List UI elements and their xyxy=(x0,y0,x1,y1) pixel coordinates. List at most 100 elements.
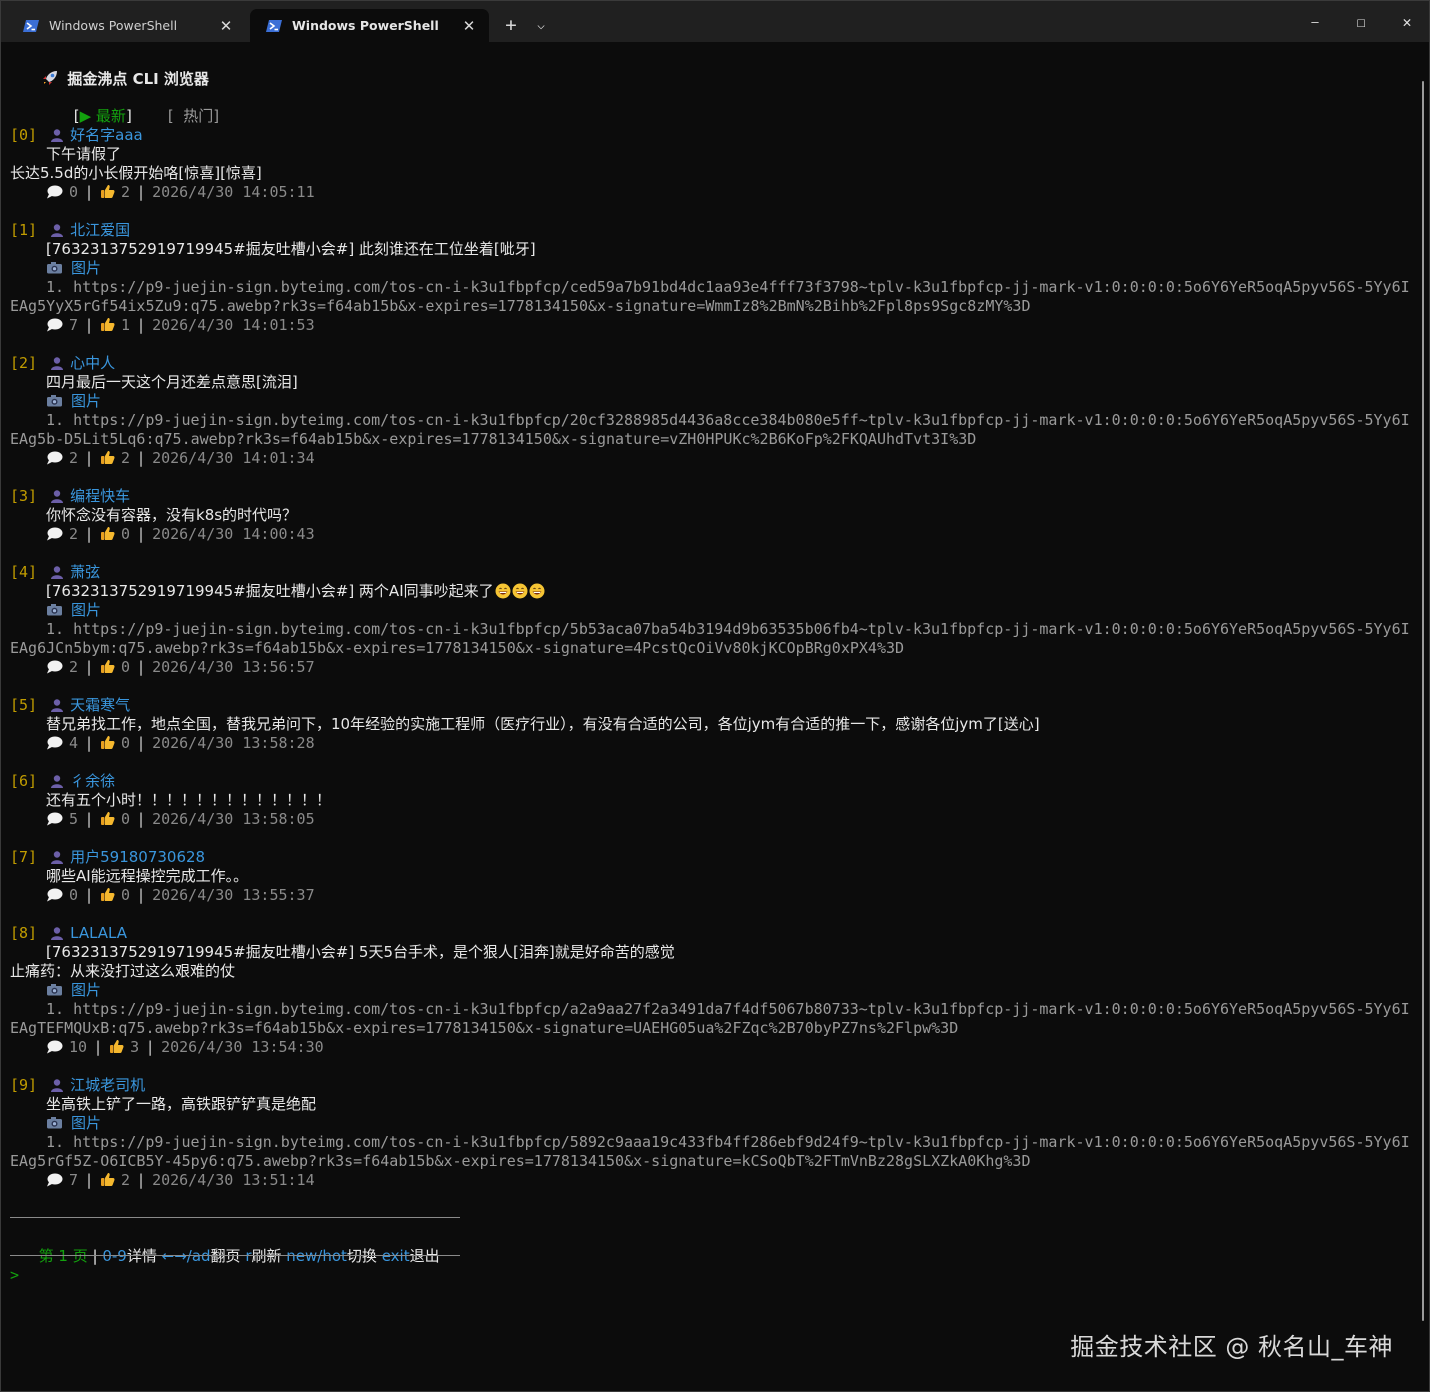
separator: | xyxy=(84,658,94,676)
post-username[interactable]: 好名字aaa xyxy=(70,126,143,144)
tab-powershell-2[interactable]: Windows PowerShell ✕ xyxy=(250,9,489,42)
comment-count: 7 xyxy=(69,316,79,334)
tab-label: Windows PowerShell xyxy=(49,18,178,33)
command-prompt[interactable]: > xyxy=(10,1266,19,1285)
post-index: [3] xyxy=(10,487,38,505)
post-username[interactable]: 用户59180730628 xyxy=(70,848,205,866)
image-url[interactable]: EAg5b-D5Lit5Lq6:q75.awebp?rk3s=f64ab15b&… xyxy=(10,430,976,449)
camera-icon xyxy=(47,262,62,274)
post-username[interactable]: 编程快车 xyxy=(70,487,130,505)
post-image-label[interactable]: 图片 xyxy=(10,259,101,278)
post-index: [1] xyxy=(10,221,38,239)
separator: | xyxy=(93,1038,103,1056)
post-image-label[interactable]: 图片 xyxy=(10,392,101,411)
like-count: 0 xyxy=(121,886,131,904)
image-url[interactable]: 1. https://p9-juejin-sign.byteimg.com/to… xyxy=(10,1000,1410,1019)
separator: | xyxy=(136,658,146,676)
post-header[interactable]: [4] 萧弦 xyxy=(10,563,100,582)
comment-count: 10 xyxy=(69,1038,88,1056)
separator: | xyxy=(136,449,146,467)
speech-bubble-icon xyxy=(47,660,63,674)
post-meta: 2 | 0 | 2026/4/30 13:56:57 xyxy=(10,658,315,677)
post-header[interactable]: [7] 用户59180730628 xyxy=(10,848,205,867)
comment-count: 7 xyxy=(69,1171,79,1189)
image-url[interactable]: EAg5YyX5rGf54ix5Zu9:q75.awebp?rk3s=f64ab… xyxy=(10,297,1030,316)
separator: | xyxy=(136,734,146,752)
image-url[interactable]: EAg6JCn5bym:q75.awebp?rk3s=f64ab15b&x-ex… xyxy=(10,639,904,658)
user-icon xyxy=(51,699,64,712)
tab-close-icon[interactable]: ✕ xyxy=(218,17,234,35)
post-meta: 0 | 2 | 2026/4/30 14:05:11 xyxy=(10,183,315,202)
post-header[interactable]: [9] 江城老司机 xyxy=(10,1076,145,1095)
thumbs-up-icon xyxy=(101,1173,115,1186)
post-content-text: 下午请假了 xyxy=(46,145,122,163)
image-url[interactable]: EAg5rGf5Z-O6ICB5Y-45py6:q75.awebp?rk3s=f… xyxy=(10,1152,1030,1171)
separator: | xyxy=(84,734,94,752)
post-content-text: 止痛药：从来没打过这么艰难的仗 xyxy=(10,962,236,980)
post-username[interactable]: 江城老司机 xyxy=(70,1076,145,1094)
like-count: 0 xyxy=(121,734,131,752)
like-count: 2 xyxy=(121,449,131,467)
image-url[interactable]: 1. https://p9-juejin-sign.byteimg.com/to… xyxy=(10,278,1410,297)
like-count: 0 xyxy=(121,810,131,828)
like-count: 2 xyxy=(121,183,131,201)
post-time: 2026/4/30 13:54:30 xyxy=(161,1038,324,1056)
comment-count: 0 xyxy=(69,183,79,201)
post-content-text: 四月最后一天这个月还差点意思[流泪] xyxy=(46,373,298,391)
grinning-face-icon xyxy=(495,583,511,599)
tab-dropdown-button[interactable]: ⌵ xyxy=(527,11,555,39)
user-icon xyxy=(51,1079,64,1092)
post-username[interactable]: LALALA xyxy=(70,924,127,942)
tab-latest[interactable]: [▶ 最新] xyxy=(64,107,132,125)
post-username[interactable]: 天霜寒气 xyxy=(70,696,130,714)
post-header[interactable]: [2] 心中人 xyxy=(10,354,115,373)
image-url[interactable]: 1. https://p9-juejin-sign.byteimg.com/to… xyxy=(10,411,1410,430)
separator: | xyxy=(84,1171,94,1189)
maximize-button[interactable]: ☐ xyxy=(1338,1,1384,42)
post-content: 你怀念没有容器，没有k8s的时代吗？ xyxy=(10,506,297,525)
post-header[interactable]: [5] 天霜寒气 xyxy=(10,696,130,715)
post-username[interactable]: 萧弦 xyxy=(70,563,100,581)
image-url[interactable]: EAgTEFMQUxB:q75.awebp?rk3s=f64ab15b&x-ex… xyxy=(10,1019,958,1038)
key-hint-desc: 刷新 xyxy=(251,1247,282,1265)
thumbs-up-icon xyxy=(101,185,115,198)
comment-count: 4 xyxy=(69,734,79,752)
post-header[interactable]: [8] LALALA xyxy=(10,924,127,943)
tab-close-icon[interactable]: ✕ xyxy=(461,17,477,35)
tab-powershell-1[interactable]: Windows PowerShell ✕ xyxy=(7,9,246,42)
post-header[interactable]: [0] 好名字aaa xyxy=(10,126,143,145)
image-url[interactable]: 1. https://p9-juejin-sign.byteimg.com/to… xyxy=(10,620,1410,639)
terminal-output[interactable]: 掘金沸点 CLI 浏览器 [▶ 最新] [ 热门] [0] 好名字aaa 下午请假… xyxy=(10,42,1418,1391)
post-image-label[interactable]: 图片 xyxy=(10,601,101,620)
post-username[interactable]: 彳余徐 xyxy=(70,772,115,790)
post-time: 2026/4/30 13:51:14 xyxy=(152,1171,315,1189)
minimize-button[interactable]: — xyxy=(1292,1,1338,42)
thumbs-up-icon xyxy=(101,660,115,673)
post-meta: 4 | 0 | 2026/4/30 13:58:28 xyxy=(10,734,315,753)
post-image-label[interactable]: 图片 xyxy=(10,1114,101,1133)
post-header[interactable]: [1] 北江爱国 xyxy=(10,221,130,240)
post-header[interactable]: [6] 彳余徐 xyxy=(10,772,115,791)
new-tab-button[interactable]: + xyxy=(497,11,525,39)
image-url[interactable]: 1. https://p9-juejin-sign.byteimg.com/to… xyxy=(10,1133,1410,1152)
post-username[interactable]: 北江爱国 xyxy=(70,221,130,239)
post-index: [6] xyxy=(10,772,38,790)
user-icon xyxy=(51,775,64,788)
user-icon xyxy=(51,224,64,237)
post-header[interactable]: [3] 编程快车 xyxy=(10,487,130,506)
thumbs-up-icon xyxy=(101,451,115,464)
post-index: [9] xyxy=(10,1076,38,1094)
scrollbar[interactable] xyxy=(1422,81,1424,1321)
image-label-text: 图片 xyxy=(71,259,102,277)
like-count: 1 xyxy=(121,316,131,334)
post-meta: 2 | 2 | 2026/4/30 14:01:34 xyxy=(10,449,315,468)
tab-hot[interactable]: [ 热门] xyxy=(168,107,219,125)
feed-tabs: [▶ 最新] [ 热门] xyxy=(10,88,219,125)
post-username[interactable]: 心中人 xyxy=(70,354,115,372)
post-meta: 5 | 0 | 2026/4/30 13:58:05 xyxy=(10,810,315,829)
close-window-button[interactable]: ✕ xyxy=(1384,1,1429,42)
user-icon xyxy=(51,566,64,579)
post-image-label[interactable]: 图片 xyxy=(10,981,101,1000)
rocket-icon xyxy=(43,71,58,85)
comment-count: 2 xyxy=(69,658,79,676)
